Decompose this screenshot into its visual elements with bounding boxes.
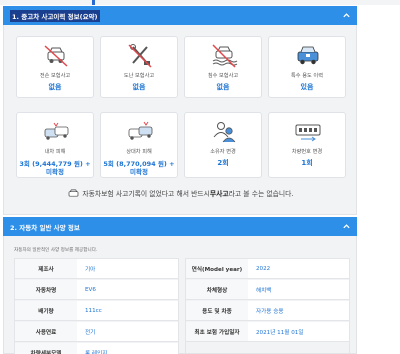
table-row: 차량세부모델롱 레인지 (15, 343, 178, 354)
row-value: 2021년 11월 01일 (256, 329, 304, 336)
table-row: 배기량 111cc (15, 301, 178, 321)
no-accident-notice: 자동차보험 사고기록이 없었다고 해서 반드시 무사고 라고 볼 수는 없습니다. (16, 184, 346, 202)
row-key: 용도 및 차종 (186, 301, 248, 320)
card-value-unconfirmed: 미확정 (130, 168, 148, 176)
card-my-car-damage: 내차 피해 3회 (9,444,779 원) + 미확정 (16, 112, 94, 178)
card-theft: 도난 보험사고 없음 (100, 36, 178, 98)
card-other-car-damage: 상대차 피해 5회 (8,770,094 원) + 미확정 (100, 112, 178, 178)
card-owner-change: 소유자 변경 2회 (184, 112, 262, 178)
table-row: 연식(Model year) 2022 (186, 259, 349, 279)
card-special-use: 특수 용도 이력 있음 (268, 36, 346, 98)
row-value: EV6 (85, 286, 96, 293)
chevron-up-icon[interactable] (342, 222, 351, 231)
tools-crossed-icon (128, 44, 152, 68)
card-value: 1회 (301, 159, 313, 167)
row-value: 111cc (85, 307, 102, 314)
spec-table-right: 연식(Model year) 2022 차체형상 해치백 용도 및 차종 자가용 승용… (185, 258, 350, 354)
card-value-unconfirmed: 미확정 (46, 168, 64, 176)
owner-change-icon (213, 122, 236, 143)
table-row: 차체형상 해치백 (186, 280, 349, 300)
row-key: 차량세부모델 (15, 343, 77, 354)
special-use-car-icon (297, 46, 319, 65)
row-value: 전기 (85, 329, 96, 336)
row-value: 기아 (85, 266, 96, 273)
row-key: 연식(Model year) (186, 259, 248, 278)
card-label: 상대차 피해 (126, 149, 152, 155)
row-value: 해치백 (256, 287, 272, 294)
table-row: 자동차명 EV6 (15, 280, 178, 300)
scroll-marker (92, 0, 95, 5)
card-value: 없음 (216, 83, 230, 91)
card-value: 있음 (300, 83, 314, 91)
my-car-damage-icon (44, 122, 69, 140)
card-plate-change: 차량번호 변경 1회 (268, 112, 346, 178)
notice-text-pre: 자동차보험 사고기록이 없었다고 해서 반드시 (82, 190, 210, 198)
card-label: 내차 피해 (44, 149, 66, 155)
card-value: 2회 (217, 159, 229, 167)
flooded-car-icon (212, 44, 238, 68)
row-value: 자가용 승용 (256, 308, 284, 315)
notice-text-post: 라고 볼 수는 없습니다. (228, 190, 294, 198)
row-value: 2022 (256, 265, 271, 272)
plate-change-icon (295, 124, 321, 142)
card-flood: 침수 보험사고 없음 (184, 36, 262, 98)
spec-note: 자동차의 일반적인 사양 정보를 제공합니다. (14, 248, 98, 253)
table-row: 용도 및 차종 자가용 승용 (186, 301, 349, 321)
card-label: 특수 용도 이력 (291, 73, 323, 79)
table-row: 제조사 기아 (15, 259, 178, 279)
row-key: 최초 보험 가입일자 (186, 322, 248, 341)
card-label: 전손 보험사고 (39, 73, 71, 79)
spec-table-left: 제조사 기아 자동차명 EV6 배기량 111cc 사용연료 전기 차량세부모델롱 레인… (14, 258, 179, 354)
card-total-loss: 전손 보험사고 없음 (16, 36, 94, 98)
notice-text-bold: 무사고 (209, 190, 229, 198)
card-value: 없음 (132, 83, 146, 91)
section-title: 2. 자동차 일반 사양 정보 (10, 223, 80, 232)
card-label: 침수 보험사고 (207, 73, 239, 79)
row-key: 차체형상 (186, 280, 248, 299)
car-info-icon (69, 189, 79, 197)
chevron-up-icon[interactable] (342, 11, 351, 20)
row-key: 배기량 (15, 301, 77, 320)
card-label: 도난 보험사고 (123, 73, 155, 79)
section-title: 1. 중고차 사고이력 정보(요약) (10, 9, 100, 22)
row-key: 제조사 (15, 259, 77, 278)
other-car-damage-icon (128, 121, 153, 140)
car-crossed-icon (44, 45, 68, 67)
card-label: 차량번호 변경 (291, 149, 323, 155)
card-label: 소유자 변경 (210, 149, 236, 155)
top-strip (0, 0, 400, 5)
section-spec-header[interactable]: 2. 자동차 일반 사양 정보 (3, 217, 357, 236)
row-key: 사용연료 (15, 322, 77, 341)
row-key: 자동차명 (15, 280, 77, 299)
row-value: 롱 레인지 (85, 350, 108, 354)
card-value: 없음 (48, 83, 62, 91)
section-accident-summary-header[interactable]: 1. 중고차 사고이력 정보(요약) (3, 6, 357, 25)
table-row: 사용연료 전기 (15, 322, 178, 342)
table-row: 최초 보험 가입일자 2021년 11월 01일 (186, 322, 349, 342)
